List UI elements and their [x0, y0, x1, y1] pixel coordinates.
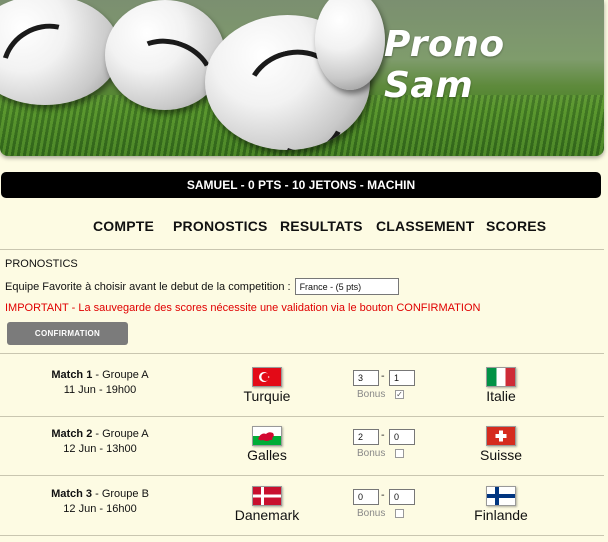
score-separator: -	[381, 490, 385, 501]
match-info: Match 3 - Groupe B 12 Jun - 16h00	[0, 487, 200, 517]
score-separator: -	[381, 371, 385, 382]
user-status-bar: SAMUEL - 0 PTS - 10 JETONS - MACHIN	[1, 172, 601, 198]
away-team-name: Finlande	[474, 507, 528, 523]
favorite-team-row: Equipe Favorite à choisir avant le debut…	[5, 278, 399, 295]
match-row: Match 1 - Groupe A 11 Jun - 19h00 Turqui…	[0, 360, 604, 418]
football-image	[0, 0, 120, 105]
home-team: Galles	[212, 426, 322, 463]
divider	[0, 535, 604, 536]
home-score-input[interactable]: 2	[353, 429, 379, 445]
nav-scores[interactable]: SCORES	[486, 218, 546, 234]
away-score-input[interactable]: 1	[389, 370, 415, 386]
match-info: Match 2 - Groupe A 12 Jun - 13h00	[0, 427, 200, 457]
away-score-input[interactable]: 0	[389, 489, 415, 505]
nav-compte[interactable]: COMPTE	[93, 218, 154, 234]
home-team-name: Turquie	[243, 388, 291, 404]
score-separator: -	[381, 430, 385, 441]
match-date: 12 Jun - 13h00	[63, 443, 137, 455]
match-row: Match 3 - Groupe B 12 Jun - 16h00 Danema…	[0, 479, 604, 537]
favorite-team-select[interactable]: France - (5 pts)	[294, 278, 399, 295]
nav-resultats[interactable]: RESULTATS	[280, 218, 363, 234]
italy-flag-icon	[486, 367, 516, 387]
home-team-name: Galles	[247, 447, 287, 463]
away-score-input[interactable]: 0	[389, 429, 415, 445]
bonus-label: Bonus	[357, 448, 386, 459]
match-group: - Groupe A	[92, 428, 149, 440]
turkey-flag-icon	[252, 367, 282, 387]
wales-flag-icon	[252, 426, 282, 446]
home-team: Turquie	[212, 367, 322, 404]
football-image	[315, 0, 385, 90]
divider	[0, 475, 604, 476]
section-title: PRONOSTICS	[5, 258, 78, 270]
match-date: 12 Jun - 16h00	[63, 503, 137, 515]
away-team: Suisse	[446, 426, 556, 463]
finland-flag-icon	[486, 486, 516, 506]
header-banner: Prono Sam	[0, 0, 604, 156]
denmark-flag-icon	[252, 486, 282, 506]
divider	[0, 353, 604, 354]
divider	[0, 416, 604, 417]
bonus-checkbox[interactable]	[395, 509, 404, 518]
match-number: Match 2	[51, 428, 93, 440]
home-score-input[interactable]: 3	[353, 370, 379, 386]
match-date: 11 Jun - 19h00	[63, 384, 137, 396]
confirmation-button[interactable]: CONFIRMATION	[7, 322, 128, 345]
switzerland-flag-icon	[486, 426, 516, 446]
match-number: Match 3	[51, 488, 93, 500]
bonus-label: Bonus	[357, 389, 386, 400]
home-score-input[interactable]: 0	[353, 489, 379, 505]
bonus-checkbox[interactable]: ✓	[395, 390, 404, 399]
home-team: Danemark	[212, 486, 322, 523]
match-group: - Groupe B	[92, 488, 149, 500]
match-group: - Groupe A	[92, 369, 149, 381]
match-info: Match 1 - Groupe A 11 Jun - 19h00	[0, 368, 200, 398]
away-team-name: Suisse	[479, 447, 523, 463]
divider	[0, 249, 604, 250]
bonus-checkbox[interactable]	[395, 449, 404, 458]
match-number: Match 1	[51, 369, 93, 381]
match-row: Match 2 - Groupe A 12 Jun - 13h00 Galles…	[0, 419, 604, 477]
favorite-team-value: France - (5 pts)	[299, 281, 362, 292]
away-team: Finlande	[446, 486, 556, 523]
site-logo: Prono Sam	[384, 24, 505, 106]
away-team-name: Italie	[486, 388, 516, 404]
nav-pronostics[interactable]: PRONOSTICS	[173, 218, 268, 234]
away-team: Italie	[446, 367, 556, 404]
favorite-team-label: Equipe Favorite à choisir avant le debut…	[5, 280, 291, 293]
important-notice: IMPORTANT - La sauvegarde des scores néc…	[5, 302, 481, 314]
home-team-name: Danemark	[234, 507, 300, 523]
main-nav: COMPTE PRONOSTICS RESULTATS CLASSEMENT S…	[0, 218, 608, 238]
nav-classement[interactable]: CLASSEMENT	[376, 218, 474, 234]
bonus-label: Bonus	[357, 508, 386, 519]
